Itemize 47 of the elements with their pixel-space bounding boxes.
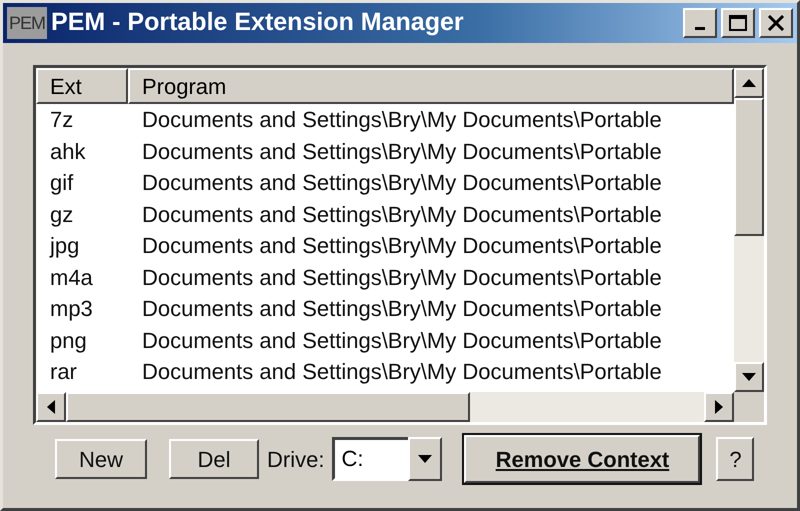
maximize-icon xyxy=(729,15,747,31)
table-cell-text: 7z xyxy=(49,106,74,134)
dropdown-button[interactable] xyxy=(408,437,442,481)
table-cell-text: jpg xyxy=(48,232,80,260)
table-cell-text: Documents and Settings\Bry\My Documents\Portable xyxy=(141,169,662,198)
window-title: PEM - Portable Extension Manager xyxy=(51,7,465,38)
minimize-button[interactable] xyxy=(683,8,717,38)
table-cell-text: m4a xyxy=(49,264,94,292)
table-cell-text: rar xyxy=(49,358,78,386)
scroll-up-button[interactable] xyxy=(734,68,764,98)
scroll-right-button[interactable] xyxy=(704,392,734,422)
caret-icon xyxy=(418,455,432,463)
drive-label: Drive: xyxy=(267,446,324,474)
table-cell-text: gz xyxy=(49,200,74,229)
up-arrow-icon xyxy=(742,79,756,87)
down-arrow-icon xyxy=(742,373,756,381)
table-cell-text: Documents and Settings\Bry\My Documents\Portable xyxy=(141,138,662,166)
minimize-icon xyxy=(695,27,705,30)
table-cell-text: Documents and Settings\Bry\My Documents\Portable xyxy=(141,264,662,292)
button[interactable]: Remove Context xyxy=(464,435,700,483)
table-cell-text: Documents and Settings\Bry\My Documents\Portable xyxy=(141,295,662,324)
close-button[interactable] xyxy=(759,8,793,38)
table-cell-text: ahk xyxy=(49,138,86,166)
table-cell-text: Documents and Settings\Bry\My Documents\Portable xyxy=(141,200,662,229)
scrollbar-thumb[interactable] xyxy=(66,392,470,422)
right-arrow-icon xyxy=(715,400,723,414)
maximize-button[interactable] xyxy=(721,8,755,38)
button[interactable]: New xyxy=(55,439,147,479)
table-cell-text: Documents and Settings\Bry\My Documents\Portable xyxy=(141,326,662,355)
column-header[interactable]: Program xyxy=(128,68,734,104)
column-header[interactable]: Ext xyxy=(36,68,128,104)
table-cell-text: mp3 xyxy=(49,295,94,324)
scrollbar-thumb[interactable] xyxy=(734,98,764,236)
close-icon xyxy=(767,15,785,31)
button[interactable]: Del xyxy=(169,439,259,479)
table-cell-text: png xyxy=(49,326,88,355)
table-cell-text: Documents and Settings\Bry\My Documents\Portable xyxy=(141,232,662,260)
scroll-down-button[interactable] xyxy=(734,362,764,392)
drive-field[interactable]: C: xyxy=(332,437,408,481)
scroll-left-button[interactable] xyxy=(36,392,66,422)
scrollbar-corner xyxy=(734,392,764,422)
table-cell-text: gif xyxy=(49,169,74,198)
left-arrow-icon xyxy=(47,400,55,414)
table-cell-text: Documents and Settings\Bry\My Documents\Portable xyxy=(141,106,662,134)
button[interactable]: ? xyxy=(716,437,754,481)
table-cell-text: Documents and Settings\Bry\My Documents\Portable xyxy=(141,358,662,386)
app-icon: PEM xyxy=(7,7,48,39)
